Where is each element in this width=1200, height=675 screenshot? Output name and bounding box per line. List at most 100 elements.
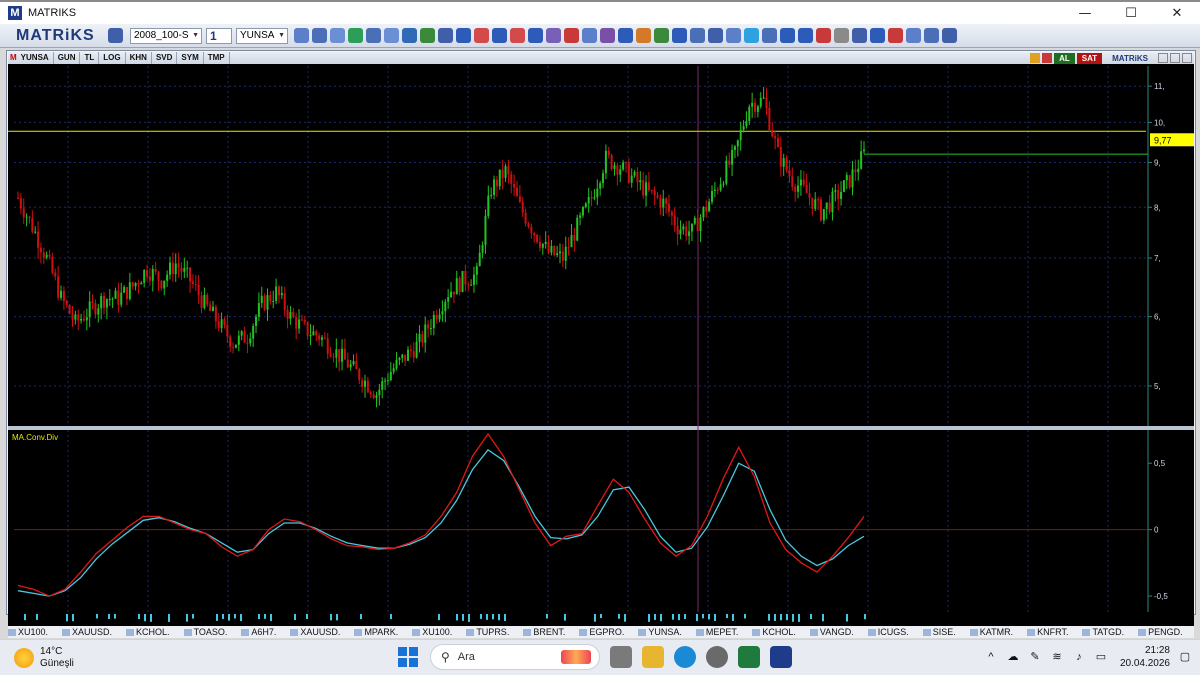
lightning-icon[interactable]: [1030, 53, 1041, 63]
layers-icon[interactable]: [798, 28, 813, 43]
ticker-item[interactable]: KNFRT.: [1027, 627, 1068, 637]
tab-khn[interactable]: KHN: [126, 52, 152, 64]
task-view-icon[interactable]: [610, 646, 632, 668]
ticker-item[interactable]: XU100.: [8, 627, 48, 637]
doc-icon[interactable]: [726, 28, 741, 43]
chevron-up-icon[interactable]: ^: [984, 651, 998, 663]
ticker-item[interactable]: ICUGS.: [867, 627, 909, 637]
ticker-item[interactable]: EGPRO.: [579, 627, 624, 637]
export-icon[interactable]: [816, 28, 831, 43]
compass-icon[interactable]: [528, 28, 543, 43]
ticker-item[interactable]: MEPET.: [695, 627, 738, 637]
refresh-icon[interactable]: [1042, 53, 1053, 63]
candle-body: [54, 272, 57, 277]
panel-minimize-icon[interactable]: [1158, 53, 1168, 63]
symbol-select[interactable]: YUNSA ▼: [236, 27, 288, 44]
ticker-item[interactable]: KATMR.: [969, 627, 1013, 637]
copy-icon[interactable]: [708, 28, 723, 43]
calculator-icon[interactable]: [906, 28, 921, 43]
globe-icon[interactable]: [348, 28, 363, 43]
activity-mark: [504, 614, 506, 622]
windows-start-icon[interactable]: [398, 647, 418, 667]
clock-icon[interactable]: [384, 28, 399, 43]
line-chart-icon[interactable]: [582, 28, 597, 43]
layout-select[interactable]: 1: [206, 27, 232, 44]
ticker-item[interactable]: BRENT.: [523, 627, 565, 637]
file-explorer-icon[interactable]: [642, 646, 664, 668]
formula-icon[interactable]: [600, 28, 615, 43]
tab-sym[interactable]: SYM: [177, 52, 204, 64]
ticker-item[interactable]: TATGD.: [1082, 627, 1124, 637]
bank-icon[interactable]: [690, 28, 705, 43]
ticker-item[interactable]: SISE.: [922, 627, 956, 637]
dots-icon[interactable]: [852, 28, 867, 43]
cloud-icon[interactable]: ☁: [1006, 651, 1020, 663]
phone-icon[interactable]: [924, 28, 939, 43]
ticker-item[interactable]: KCHOL.: [126, 627, 170, 637]
chart-area[interactable]: 11, 10, 9, 8, 7, 6, 5, 9,77 MA.Conv.Div 0,5 0 -0,5: [8, 64, 1194, 626]
clock[interactable]: 21:28 20.04.2026: [1120, 644, 1170, 670]
weather-widget[interactable]: 14°C Güneşli: [14, 646, 74, 670]
news-icon[interactable]: [510, 28, 525, 43]
cursor-icon[interactable]: [312, 28, 327, 43]
handshake-icon[interactable]: [402, 28, 417, 43]
expand-icon[interactable]: [834, 28, 849, 43]
monitor-icon[interactable]: [366, 28, 381, 43]
grid-icon[interactable]: [438, 28, 453, 43]
ticker-item[interactable]: XU100.: [412, 627, 452, 637]
save-icon[interactable]: [108, 28, 123, 43]
brush-icon[interactable]: [762, 28, 777, 43]
tab-symbol[interactable]: M YUNSA: [8, 52, 54, 64]
envelope-icon[interactable]: [888, 28, 903, 43]
user-icon[interactable]: [618, 28, 633, 43]
ticker-item[interactable]: TUPRS.: [466, 627, 509, 637]
bar-chart-icon[interactable]: [330, 28, 345, 43]
volume-icon[interactable]: ♪: [1072, 651, 1086, 663]
font-color-icon[interactable]: [474, 28, 489, 43]
sell-button[interactable]: SAT: [1076, 52, 1103, 64]
underline-icon[interactable]: [492, 28, 507, 43]
www-icon[interactable]: [546, 28, 561, 43]
battery-icon[interactable]: ▭: [1094, 651, 1108, 663]
zoom-icon[interactable]: [294, 28, 309, 43]
close-button[interactable]: ✕: [1154, 2, 1200, 24]
tab-svd[interactable]: SVD: [152, 52, 178, 64]
tab-period[interactable]: GUN: [54, 52, 81, 64]
v-icon[interactable]: [780, 28, 795, 43]
ticker-item[interactable]: KCHOL.: [752, 627, 796, 637]
pen-icon[interactable]: ✎: [1028, 651, 1042, 663]
tab-currency[interactable]: TL: [80, 52, 100, 64]
tab-tmp[interactable]: TMP: [204, 52, 230, 64]
twitter-icon[interactable]: [744, 28, 759, 43]
network-app-icon[interactable]: [706, 646, 728, 668]
ticker-item[interactable]: YUNSA.: [638, 627, 682, 637]
candles-icon[interactable]: [654, 28, 669, 43]
list-icon[interactable]: [420, 28, 435, 43]
template-select[interactable]: 2008_100-S ▼: [130, 27, 202, 44]
ticker-item[interactable]: MPARK.: [354, 627, 398, 637]
buy-button[interactable]: AL: [1054, 52, 1075, 64]
taskbar-search[interactable]: ⚲ Ara: [430, 644, 600, 670]
panel-restore-icon[interactable]: [1170, 53, 1180, 63]
gear-icon[interactable]: [942, 28, 957, 43]
bold-icon[interactable]: [456, 28, 471, 43]
excel-icon[interactable]: [738, 646, 760, 668]
home-icon[interactable]: [672, 28, 687, 43]
maximize-button[interactable]: ☐: [1108, 2, 1154, 24]
matriks-taskbar-icon[interactable]: [770, 646, 792, 668]
users-icon[interactable]: [636, 28, 651, 43]
ticker-item[interactable]: PENGD.: [1138, 627, 1183, 637]
panel-close-icon[interactable]: [1182, 53, 1192, 63]
ticker-item[interactable]: XAUUSD.: [62, 627, 112, 637]
wifi-icon[interactable]: ≋: [1050, 651, 1064, 663]
edge-icon[interactable]: [674, 646, 696, 668]
ticker-item[interactable]: XAUUSD.: [290, 627, 340, 637]
bell-icon[interactable]: [870, 28, 885, 43]
ticker-item[interactable]: VANGD.: [809, 627, 854, 637]
minimize-button[interactable]: —: [1062, 2, 1108, 24]
notification-icon[interactable]: ▢: [1178, 651, 1192, 663]
ticker-item[interactable]: TOASO.: [183, 627, 227, 637]
ticker-item[interactable]: A6H7.: [241, 627, 276, 637]
mail-icon[interactable]: [564, 28, 579, 43]
tab-log[interactable]: LOG: [99, 52, 126, 64]
